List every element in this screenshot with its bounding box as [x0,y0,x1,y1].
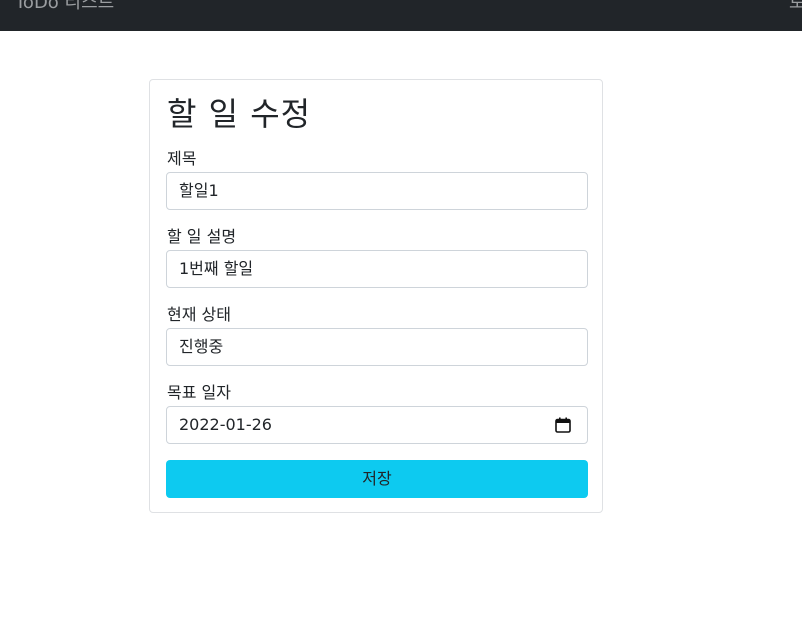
edit-todo-card: 할 일 수정 제목 할일1 할 일 설명 1번째 할일 현재 상태 진행중 목표… [149,79,603,513]
status-input[interactable]: 진행중 [166,328,588,366]
description-input[interactable]: 1번째 할일 [166,250,588,288]
save-button[interactable]: 저장 [166,460,588,498]
status-label: 현재 상태 [167,305,231,324]
title-label: 제목 [167,149,197,168]
page-title: 할 일 수정 [167,95,312,133]
due-date-label: 목표 일자 [167,383,231,402]
title-input[interactable]: 할일1 [166,172,588,210]
due-date-value: 2022-01-26 [179,415,272,434]
top-navbar: ToDo 리스트 로 [0,0,802,31]
calendar-icon[interactable] [555,417,571,433]
navbar-brand[interactable]: ToDo 리스트 [15,0,114,15]
description-label: 할 일 설명 [167,227,237,246]
navbar-right-link[interactable]: 로 [789,0,802,15]
due-date-input[interactable]: 2022-01-26 [166,406,588,444]
